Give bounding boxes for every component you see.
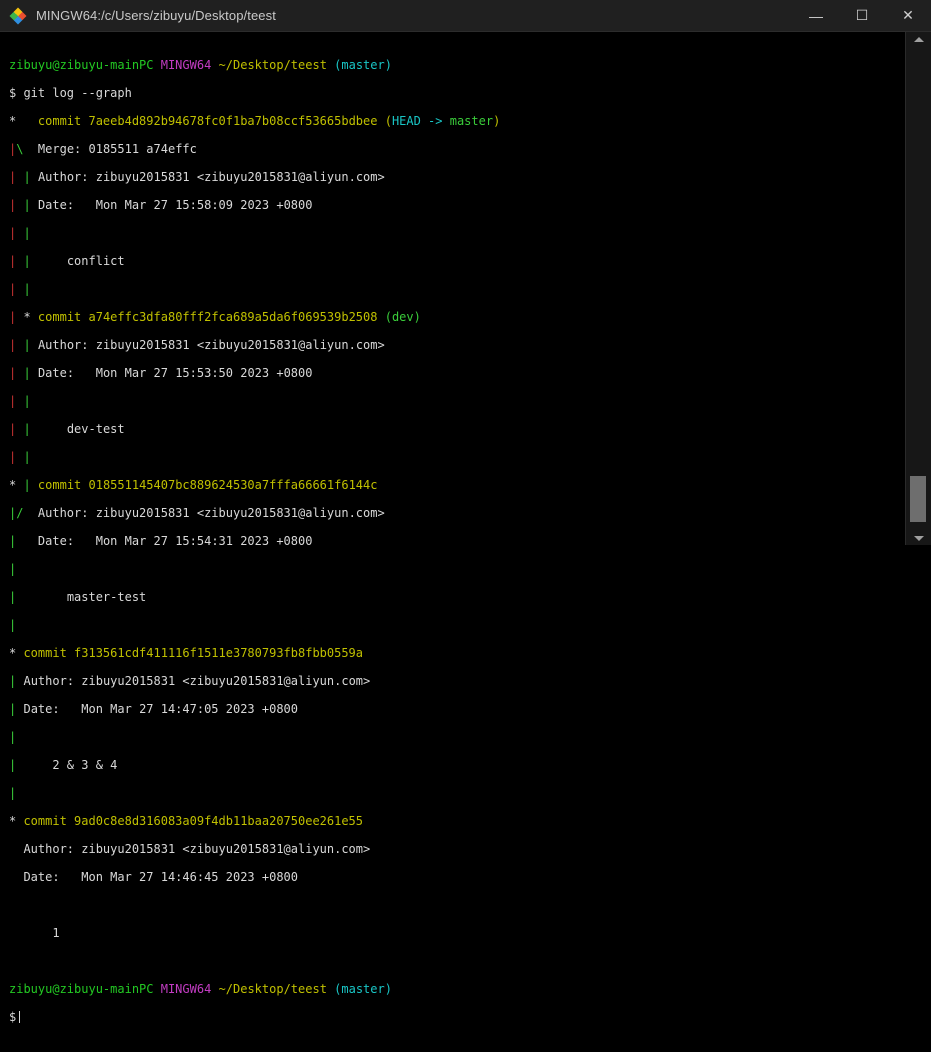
log-line: | Date: Mon Mar 27 14:47:05 2023 +0800 — [9, 702, 299, 716]
log-line: | | Date: Mon Mar 27 15:58:09 2023 +0800 — [9, 198, 313, 212]
maximize-icon: ☐ — [855, 7, 869, 23]
terminal-area[interactable]: zibuyu@zibuyu-mainPC MINGW64 ~/Desktop/t… — [0, 32, 906, 1024]
log-line: * commit 9ad0c8e8d316083a09f4db11baa2075… — [9, 814, 364, 828]
log-line: | | — [9, 226, 31, 240]
arrow-up-icon — [913, 36, 924, 42]
arrow-down-icon — [913, 535, 924, 541]
log-line: | 2 & 3 & 4 — [9, 758, 118, 772]
terminal-output: zibuyu@zibuyu-mainPC MINGW64 ~/Desktop/t… — [9, 44, 500, 1052]
log-line: Author: zibuyu2015831 <zibuyu2015831@ali… — [23, 842, 371, 856]
close-icon: ✕ — [902, 7, 914, 23]
window-title: MINGW64:/c/Users/zibuyu/Desktop/teest — [36, 8, 276, 23]
log-line: | Date: Mon Mar 27 15:54:31 2023 +0800 — [9, 534, 313, 548]
log-line: | | Author: zibuyu2015831 <zibuyu2015831… — [9, 338, 385, 352]
scroll-down-button[interactable] — [906, 531, 931, 545]
text-cursor — [19, 1011, 21, 1023]
log-line: | — [9, 786, 17, 800]
prompt-line: zibuyu@zibuyu-mainPC MINGW64 ~/Desktop/t… — [9, 58, 392, 72]
log-line: | master-test — [9, 590, 147, 604]
log-line: | * commit a74effc3dfa80fff2fca689a5da6f… — [9, 310, 421, 324]
log-line: | | Author: zibuyu2015831 <zibuyu2015831… — [9, 170, 385, 184]
title-bar[interactable]: MINGW64:/c/Users/zibuyu/Desktop/teest — … — [0, 0, 931, 32]
maximize-button[interactable]: ☐ — [839, 0, 885, 31]
git-bash-icon — [9, 7, 27, 24]
log-line: Date: Mon Mar 27 14:46:45 2023 +0800 — [23, 870, 298, 884]
command-line: $ git log --graph — [9, 86, 132, 100]
log-line: | — [9, 562, 17, 576]
log-line: * | commit 018551145407bc889624530a7fffa… — [9, 478, 378, 492]
log-line: | | Date: Mon Mar 27 15:53:50 2023 +0800 — [9, 366, 313, 380]
log-line: | Author: zibuyu2015831 <zibuyu2015831@a… — [9, 674, 371, 688]
log-line: * commit 7aeeb4d892b94678fc0f1ba7b08ccf5… — [9, 114, 501, 128]
log-line: | — [9, 730, 17, 744]
scrollbar-thumb[interactable] — [910, 476, 926, 522]
log-line: |/ Author: zibuyu2015831 <zibuyu2015831@… — [9, 506, 385, 520]
log-line: | — [9, 618, 17, 632]
log-line: | | dev-test — [9, 422, 125, 436]
minimize-button[interactable]: — — [793, 0, 839, 31]
scroll-up-button[interactable] — [906, 32, 931, 46]
log-line: |\ Merge: 0185511 a74effc — [9, 142, 197, 156]
input-line[interactable]: $ — [9, 1010, 500, 1024]
minimize-icon: — — [809, 7, 823, 24]
log-line: * commit f313561cdf411116f1511e3780793fb… — [9, 646, 364, 660]
vertical-scrollbar[interactable] — [905, 32, 931, 545]
log-line: 1 — [52, 926, 60, 940]
log-line: | | — [9, 282, 31, 296]
prompt-line: zibuyu@zibuyu-mainPC MINGW64 ~/Desktop/t… — [9, 982, 392, 996]
log-line: | | conflict — [9, 254, 125, 268]
log-line: | | — [9, 394, 31, 408]
close-button[interactable]: ✕ — [885, 0, 931, 31]
log-line: | | — [9, 450, 31, 464]
